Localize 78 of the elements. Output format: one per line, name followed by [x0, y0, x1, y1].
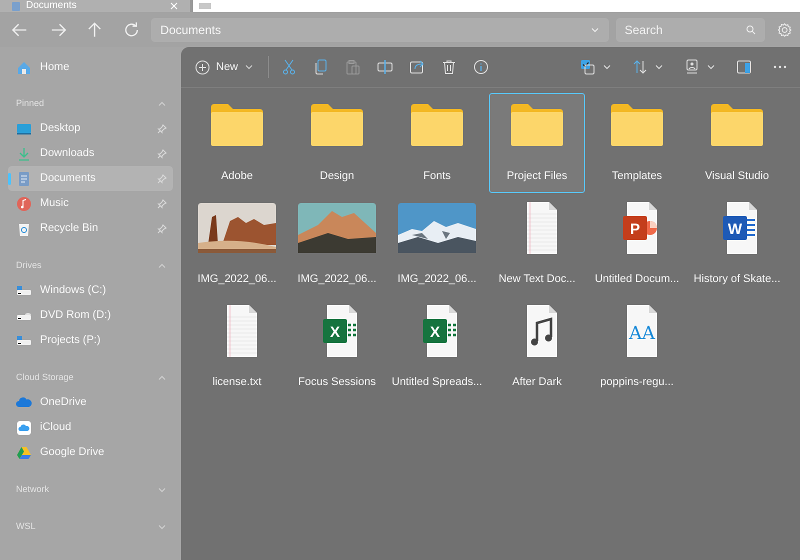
folder-icon [311, 104, 363, 146]
file-item[interactable]: IMG_2022_06... [289, 196, 385, 296]
chevron-down-icon[interactable] [157, 485, 167, 495]
new-button[interactable]: New [193, 53, 256, 81]
file-item[interactable]: Project Files [489, 93, 585, 193]
plus-icon[interactable] [195, 60, 210, 74]
document-icon [12, 2, 20, 10]
file-item[interactable]: After Dark [489, 299, 585, 399]
chevron-down-icon[interactable] [602, 62, 612, 72]
music-icon [16, 196, 32, 212]
scissors-icon[interactable] [281, 59, 298, 75]
folder-icon [711, 104, 763, 146]
folder-icon [211, 104, 263, 146]
pin-icon[interactable] [157, 224, 167, 234]
folder-icon [411, 104, 463, 146]
section-header[interactable]: Cloud Storage [8, 366, 173, 390]
search-field[interactable]: Search [616, 18, 765, 42]
file-item[interactable]: X Untitled Spreads... [389, 299, 485, 399]
file-item[interactable]: AA poppins-regu... [589, 299, 685, 399]
info-icon[interactable] [473, 59, 490, 75]
file-item[interactable]: license.txt [189, 299, 285, 399]
file-item[interactable]: Visual Studio [689, 93, 785, 193]
trash-icon[interactable] [441, 59, 458, 75]
file-item[interactable]: Adobe [189, 93, 285, 193]
rename-icon[interactable] [377, 59, 394, 75]
chevron-down-icon[interactable] [654, 62, 664, 72]
sort-icon[interactable] [632, 59, 648, 75]
pin-icon[interactable] [157, 148, 167, 158]
folder-icon [511, 104, 563, 146]
section-header[interactable]: Pinned [8, 92, 173, 116]
pin-icon[interactable] [157, 124, 167, 134]
sidebar-item[interactable]: DVD Rom (D:) [8, 303, 173, 328]
share-icon[interactable] [409, 59, 426, 75]
home-icon [16, 60, 32, 76]
document-icon [16, 170, 32, 186]
sidebar-item[interactable]: iCloud [8, 415, 173, 440]
clipboard-icon[interactable] [345, 59, 362, 75]
file-item[interactable]: X Focus Sessions [289, 299, 385, 399]
sidebar-item[interactable]: Home [8, 55, 173, 80]
file-item[interactable]: Design [289, 93, 385, 193]
file-item[interactable]: Fonts [389, 93, 485, 193]
file-item[interactable]: New Text Doc... [489, 196, 585, 296]
pin-icon[interactable] [157, 174, 167, 184]
pin-icon[interactable] [157, 198, 167, 208]
close-icon[interactable] [170, 2, 178, 10]
search-input[interactable]: Search [624, 20, 746, 38]
section-header[interactable]: Drives [8, 254, 173, 278]
sidebar-item[interactable]: Music [8, 191, 173, 216]
folder-icon [611, 104, 663, 146]
sidebar-item[interactable]: Windows (C:) [8, 278, 173, 303]
file-item[interactable]: Templates [589, 93, 685, 193]
settings-icon[interactable] [776, 22, 792, 38]
preview-pane-icon[interactable] [736, 59, 752, 75]
section-header[interactable]: Network [8, 478, 173, 502]
sidebar-item[interactable]: Desktop [8, 116, 173, 141]
sidebar-item[interactable]: Documents [8, 166, 173, 191]
chevron-down-icon[interactable] [157, 522, 167, 532]
chevron-down-icon[interactable] [706, 62, 716, 72]
sidebar-item[interactable]: OneDrive [8, 390, 173, 415]
search-icon[interactable] [746, 24, 756, 34]
person-frame-icon[interactable] [684, 59, 700, 75]
copy-icon[interactable] [313, 59, 330, 75]
sidebar-item[interactable]: Downloads [8, 141, 173, 166]
address-field[interactable]: Documents [151, 18, 609, 42]
sidebar-item[interactable]: Projects (P:) [8, 328, 173, 353]
file-item[interactable]: IMG_2022_06... [389, 196, 485, 296]
chevron-down-icon[interactable] [244, 62, 254, 72]
file-item[interactable]: W History of Skate... [689, 196, 785, 296]
sidebar-item[interactable]: Recycle Bin [8, 216, 173, 241]
section-header[interactable]: WSL [8, 515, 173, 539]
file-item[interactable]: IMG_2022_06... [189, 196, 285, 296]
cloud-icon [16, 420, 32, 436]
file-item[interactable]: P Untitled Docum... [589, 196, 685, 296]
tab[interactable]: Documents [0, 0, 190, 12]
sidebar-item[interactable]: Google Drive [8, 440, 173, 465]
download-icon [16, 146, 32, 162]
triangle-icon [16, 444, 32, 460]
checkbox-icon[interactable] [580, 59, 596, 75]
